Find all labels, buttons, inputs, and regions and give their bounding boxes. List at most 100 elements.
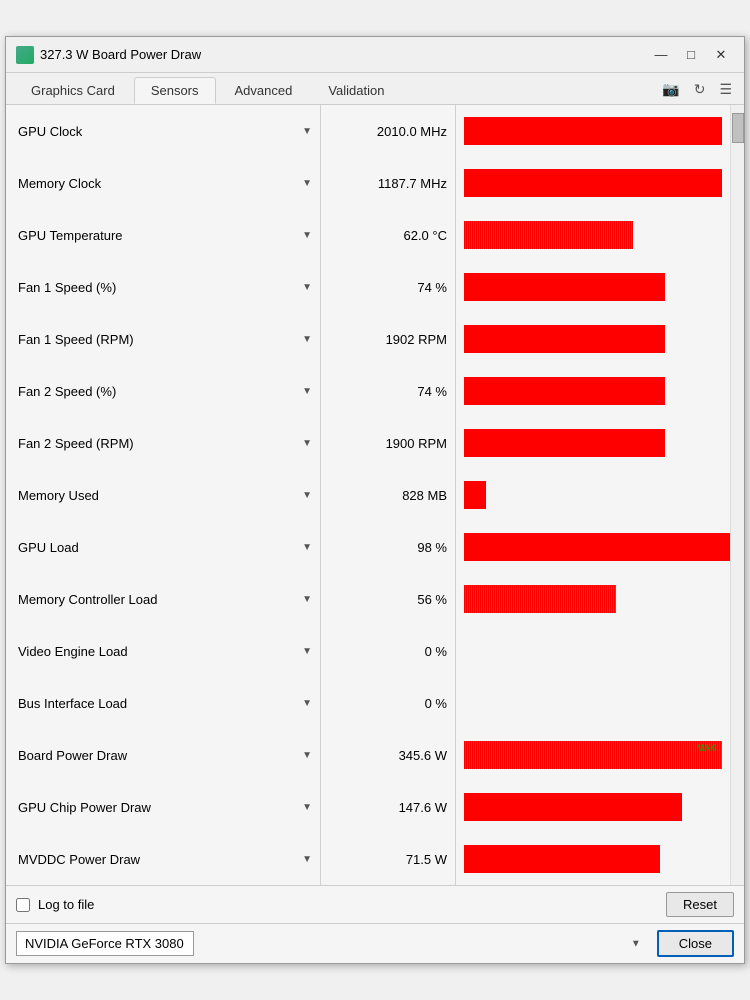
sensor-bar-col <box>456 677 744 729</box>
sensor-name-12: Board Power Draw ▼ <box>6 729 321 781</box>
sensor-value: 2010.0 MHz <box>321 105 456 157</box>
scrollbar[interactable] <box>730 105 744 885</box>
sensor-table-wrapper: GPU Clock▼2010.0 MHzMemory Clock▼1187.7 … <box>6 105 744 885</box>
sensor-value: 828 MB <box>321 469 456 521</box>
bar-fill <box>464 793 682 821</box>
title-bar-left: 327.3 W Board Power Draw <box>16 46 201 64</box>
sensor-row-memory-controller-load: Memory Controller Load▼56 % <box>6 573 744 625</box>
window-title: 327.3 W Board Power Draw <box>40 47 201 62</box>
log-to-file-label[interactable]: Log to file <box>38 897 94 912</box>
tab-sensors[interactable]: Sensors <box>134 77 216 104</box>
close-window-button[interactable]: ✕ <box>708 45 734 65</box>
footer-bar: NVIDIA GeForce RTX 3080 ▼ Close <box>6 923 744 963</box>
sensor-row-bus-interface-load: Bus Interface Load▼0 % <box>6 677 744 729</box>
sensor-row-video-engine-load: Video Engine Load▼0 % <box>6 625 744 677</box>
title-bar-controls: — □ ✕ <box>648 45 734 65</box>
bar-fill <box>464 221 633 249</box>
sensor-dropdown-icon[interactable]: ▼ <box>302 854 312 865</box>
sensor-dropdown-icon[interactable]: ▼ <box>302 438 312 449</box>
menu-icon[interactable]: ☰ <box>715 79 736 100</box>
maximize-button[interactable]: □ <box>678 45 704 65</box>
sensor-dropdown-icon[interactable]: ▼ <box>302 750 312 761</box>
sensor-value: 1902 RPM <box>321 313 456 365</box>
sensor-bar-col <box>456 261 744 313</box>
sensor-name-1: Memory Clock▼ <box>6 157 321 209</box>
table-row: Memory Controller Load▼56 % <box>6 573 744 625</box>
sensor-row-fan-1-speed-(%): Fan 1 Speed (%)▼74 % <box>6 261 744 313</box>
bar-background <box>464 273 736 301</box>
sensor-value: 147.6 W <box>321 781 456 833</box>
sensor-dropdown-icon[interactable]: ▼ <box>302 178 312 189</box>
sensor-dropdown-icon[interactable]: ▼ <box>302 542 312 553</box>
sensor-name-4: Fan 1 Speed (RPM) ▼ <box>6 313 321 365</box>
sensor-value: 1900 RPM <box>321 417 456 469</box>
sensor-dropdown-icon[interactable]: ▼ <box>302 334 312 345</box>
scrollbar-thumb[interactable] <box>732 113 744 143</box>
table-row: Board Power Draw▼345.6 WMAX <box>6 729 744 781</box>
bar-background <box>464 377 736 405</box>
table-row: GPU Chip Power Draw ▼ 147.6 W <box>6 781 744 833</box>
sensor-dropdown-icon[interactable]: ▼ <box>302 230 312 241</box>
sensor-bar-col <box>456 157 744 209</box>
sensor-dropdown-icon[interactable]: ▼ <box>302 646 312 657</box>
sensor-dropdown-icon[interactable]: ▼ <box>302 802 312 813</box>
sensor-value: 71.5 W <box>321 833 456 885</box>
bar-fill <box>464 325 665 353</box>
sensor-value: 74 % <box>321 261 456 313</box>
sensor-label: Board Power Draw <box>18 748 296 763</box>
close-button[interactable]: Close <box>657 930 734 957</box>
sensor-row-fan-1-speed-(rpm): Fan 1 Speed (RPM) ▼ 1902 RPM <box>6 313 744 365</box>
tab-advanced[interactable]: Advanced <box>218 77 310 104</box>
table-row: GPU Temperature▼62.0 °C <box>6 209 744 261</box>
sensor-dropdown-icon[interactable]: ▼ <box>302 386 312 397</box>
sensor-name-11: Bus Interface Load▼ <box>6 677 321 729</box>
sensor-bar-col <box>456 209 744 261</box>
sensor-table: GPU Clock▼2010.0 MHzMemory Clock▼1187.7 … <box>6 105 744 885</box>
table-row: GPU Clock▼2010.0 MHz <box>6 105 744 157</box>
sensor-content: GPU Clock▼2010.0 MHzMemory Clock▼1187.7 … <box>6 105 744 885</box>
sensor-dropdown-icon[interactable]: ▼ <box>302 490 312 501</box>
bar-fill <box>464 273 665 301</box>
tab-graphics-card[interactable]: Graphics Card <box>14 77 132 104</box>
bar-background <box>464 169 736 197</box>
bar-noise-overlay <box>464 741 722 769</box>
gpu-select[interactable]: NVIDIA GeForce RTX 3080 <box>16 931 194 956</box>
camera-icon[interactable]: 📷 <box>658 79 683 100</box>
sensor-bar-col <box>456 313 744 365</box>
sensor-bar-col <box>456 521 744 573</box>
sensor-row-gpu-temperature: GPU Temperature▼62.0 °C <box>6 209 744 261</box>
bar-fill <box>464 169 722 197</box>
sensor-name-6: Fan 2 Speed (RPM)▼ <box>6 417 321 469</box>
sensor-value: 0 % <box>321 677 456 729</box>
table-row: Memory Clock▼1187.7 MHz <box>6 157 744 209</box>
sensor-value: 1187.7 MHz <box>321 157 456 209</box>
sensor-bar-col <box>456 469 744 521</box>
sensor-bar-col <box>456 365 744 417</box>
sensor-row-board-power-draw: Board Power Draw▼345.6 WMAX <box>6 729 744 781</box>
sensor-bar-col <box>456 833 744 885</box>
refresh-icon[interactable]: ↻ <box>690 79 710 100</box>
reset-button[interactable]: Reset <box>666 892 734 917</box>
select-arrow-icon: ▼ <box>631 938 641 949</box>
minimize-button[interactable]: — <box>648 45 674 65</box>
sensor-dropdown-icon[interactable]: ▼ <box>302 282 312 293</box>
sensor-dropdown-icon[interactable]: ▼ <box>302 594 312 605</box>
sensor-label: MVDDC Power Draw <box>18 852 296 867</box>
sensor-label: Fan 1 Speed (RPM) <box>18 332 296 347</box>
sensor-label: Video Engine Load <box>18 644 296 659</box>
sensor-row-gpu-load: GPU Load▼98 % <box>6 521 744 573</box>
tab-validation[interactable]: Validation <box>311 77 401 104</box>
table-row: Fan 2 Speed (%)▼74 % <box>6 365 744 417</box>
sensor-name-8: GPU Load▼ <box>6 521 321 573</box>
sensor-dropdown-icon[interactable]: ▼ <box>302 698 312 709</box>
bar-noise-overlay <box>464 221 633 249</box>
sensor-dropdown-icon[interactable]: ▼ <box>302 126 312 137</box>
bar-background <box>464 325 736 353</box>
table-row: Video Engine Load▼0 % <box>6 625 744 677</box>
app-icon <box>16 46 34 64</box>
bar-fill <box>464 845 660 873</box>
bottom-bar: Log to file Reset <box>6 885 744 923</box>
sensor-label: GPU Chip Power Draw <box>18 800 296 815</box>
log-to-file-checkbox[interactable] <box>16 898 30 912</box>
bar-background <box>464 793 736 821</box>
